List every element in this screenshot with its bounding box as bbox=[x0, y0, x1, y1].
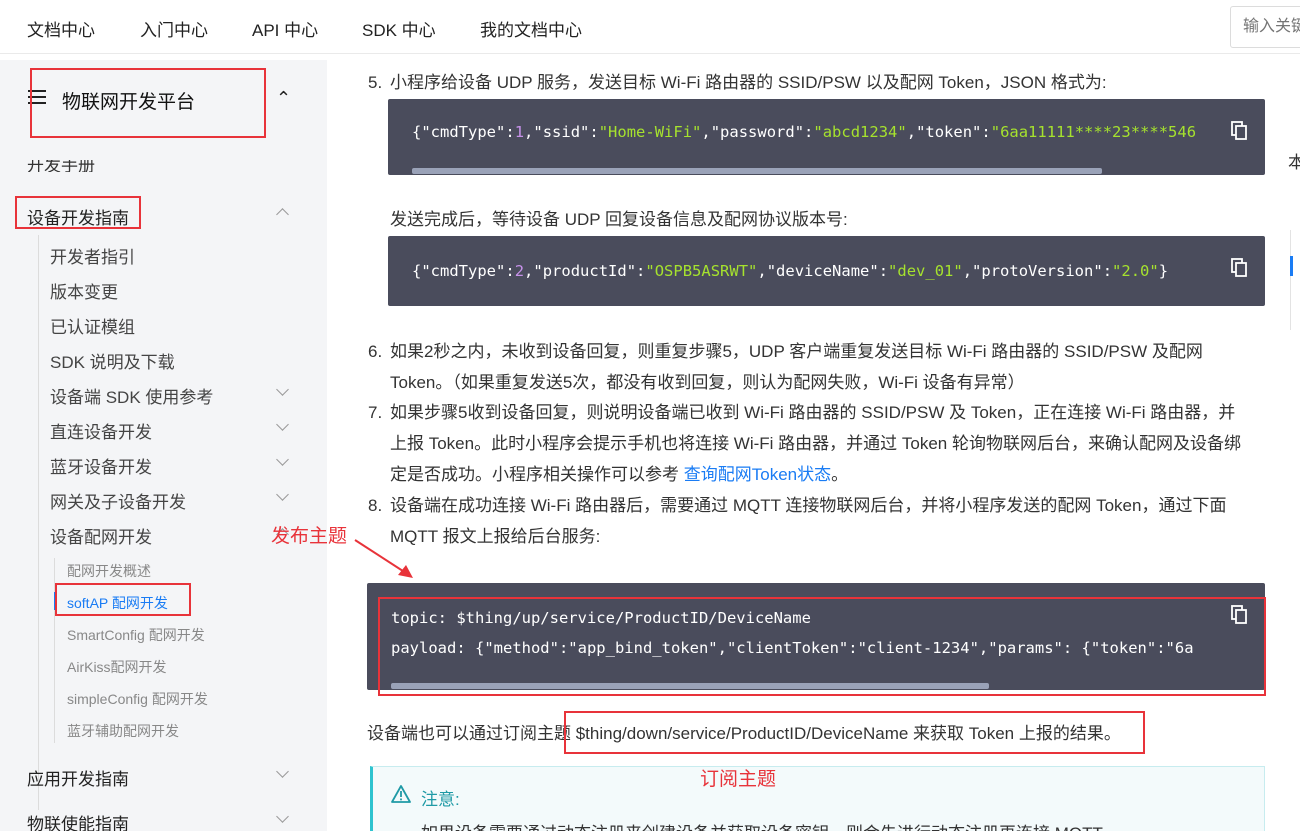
annotation-publish-label: 发布主题 bbox=[271, 526, 348, 547]
sidebar-item-gateway-device[interactable]: 网关及子设备开发 bbox=[50, 488, 186, 513]
annotation-arrow-icon bbox=[354, 539, 413, 578]
sidebar-item-enablement-guide[interactable]: 物联使能指南 bbox=[27, 810, 129, 831]
sidebar-item-certified-modules[interactable]: 已认证模组 bbox=[50, 313, 135, 338]
nav-sdk-center[interactable]: SDK 中心 bbox=[362, 16, 436, 41]
chevron-down-icon[interactable] bbox=[276, 418, 289, 431]
toc-active-indicator bbox=[1290, 256, 1293, 276]
step-7-text-cont: 定是否成功。小程序相关操作可以参考 查询配网Token状态。 bbox=[390, 465, 849, 484]
sidebar-item-app-guide[interactable]: 应用开发指南 bbox=[27, 765, 129, 790]
sidebar: 物联网开发平台 ⌃ 开发手册 设备开发指南 开发者指引 版本变更 已认证模组 S… bbox=[0, 60, 327, 831]
code-block-mqtt-publish: topic: $thing/up/service/ProductID/Devic… bbox=[367, 583, 1265, 690]
menu-icon[interactable] bbox=[28, 90, 46, 104]
sidebar-item-network-config[interactable]: 设备配网开发 bbox=[50, 523, 152, 548]
copy-icon[interactable] bbox=[1231, 258, 1247, 277]
step-5-text: 5. 小程序给设备 UDP 服务，发送目标 Wi-Fi 路由器的 SSID/PSW… bbox=[368, 73, 1107, 92]
nav-my-docs[interactable]: 我的文档中心 bbox=[480, 16, 582, 41]
annotation-subscribe-label: 订阅主题 bbox=[700, 769, 777, 790]
chevron-down-icon[interactable] bbox=[276, 383, 289, 396]
nav-api-center[interactable]: API 中心 bbox=[252, 16, 318, 41]
copy-icon[interactable] bbox=[1231, 121, 1247, 140]
sidebar-leaf-softap[interactable]: softAP 配网开发 bbox=[67, 593, 168, 613]
code-line: {"cmdType":1,"ssid":"Home-WiFi","passwor… bbox=[412, 123, 1197, 141]
sidebar-item-direct-device[interactable]: 直连设备开发 bbox=[50, 418, 152, 443]
note-box: 注意: 如果设备需要通过动态注册来创建设备并获取设备密钥，则会先进行动态注册再连… bbox=[370, 766, 1265, 831]
chevron-down-icon[interactable] bbox=[276, 488, 289, 501]
sidebar-item-version-changes[interactable]: 版本变更 bbox=[50, 278, 118, 303]
step-7-text-cont: 上报 Token。此时小程序会提示手机也将连接 Wi-Fi 路由器，并通过 To… bbox=[390, 434, 1241, 453]
sidebar-leaf-bluetooth-assist[interactable]: 蓝牙辅助配网开发 bbox=[67, 721, 179, 741]
warning-icon bbox=[391, 785, 411, 803]
tree-line bbox=[54, 558, 55, 743]
code-block-udp-reply: {"cmdType":2,"productId":"OSPB5ASRWT","d… bbox=[388, 236, 1265, 306]
step-7-text: 7. 如果步骤5收到设备回复，则说明设备端已收到 Wi-Fi 路由器的 SSID/… bbox=[368, 403, 1236, 422]
after-send-text: 发送完成后，等待设备 UDP 回复设备信息及配网协议版本号: bbox=[390, 210, 848, 229]
step-6-text-cont: Token。（如果重复发送5次，都没有收到回复，则认为配网失败，Wi-Fi 设备… bbox=[390, 373, 1025, 392]
sidebar-item-device-guide[interactable]: 设备开发指南 bbox=[27, 204, 129, 229]
chevron-down-icon[interactable] bbox=[276, 453, 289, 466]
sidebar-item-dev-manual[interactable]: 开发手册 bbox=[27, 160, 95, 172]
sidebar-item-developer-guide[interactable]: 开发者指引 bbox=[50, 243, 135, 268]
horizontal-scrollbar[interactable] bbox=[412, 168, 1102, 174]
step-6-text: 6. 如果2秒之内，未收到设备回复，则重复步骤5，UDP 客户端重复发送目标 Wi… bbox=[368, 342, 1203, 361]
step-8-text: 8. 设备端在成功连接 Wi-Fi 路由器后，需要通过 MQTT 连接物联网后台，… bbox=[368, 496, 1227, 515]
note-title: 注意: bbox=[421, 790, 460, 809]
top-navigation: 文档中心 入门中心 API 中心 SDK 中心 我的文档中心 bbox=[0, 0, 1300, 54]
active-indicator bbox=[54, 592, 57, 610]
subscribe-text: 设备端也可以通过订阅主题 $thing/down/service/Product… bbox=[367, 724, 1121, 743]
nav-getting-started[interactable]: 入门中心 bbox=[140, 16, 208, 41]
sidebar-item-bluetooth-device[interactable]: 蓝牙设备开发 bbox=[50, 453, 152, 478]
sidebar-item-device-sdk-ref[interactable]: 设备端 SDK 使用参考 bbox=[50, 383, 213, 408]
tree-line bbox=[38, 235, 39, 810]
sidebar-leaf-smartconfig[interactable]: SmartConfig 配网开发 bbox=[67, 625, 205, 645]
chevron-down-icon[interactable] bbox=[276, 765, 289, 778]
step-8-text-cont: MQTT 报文上报给后台服务: bbox=[390, 527, 601, 546]
collapse-up-icon[interactable]: ⌃ bbox=[276, 88, 291, 109]
sidebar-leaf-overview[interactable]: 配网开发概述 bbox=[67, 561, 151, 581]
chevron-up-icon[interactable] bbox=[276, 208, 289, 221]
sidebar-header: 物联网开发平台 ⌃ bbox=[0, 60, 327, 140]
toc-line bbox=[1290, 230, 1291, 330]
search-input[interactable] bbox=[1230, 6, 1300, 48]
sidebar-item-sdk-download[interactable]: SDK 说明及下载 bbox=[50, 348, 175, 373]
sidebar-leaf-airkiss[interactable]: AirKiss配网开发 bbox=[67, 657, 167, 677]
code-block-udp-request: {"cmdType":1,"ssid":"Home-WiFi","passwor… bbox=[388, 99, 1265, 175]
code-line-topic: topic: $thing/up/service/ProductID/Devic… bbox=[391, 609, 811, 627]
sidebar-leaf-simpleconfig[interactable]: simpleConfig 配网开发 bbox=[67, 689, 208, 709]
sidebar-title: 物联网开发平台 bbox=[62, 92, 196, 113]
horizontal-scrollbar[interactable] bbox=[391, 683, 989, 689]
code-line: {"cmdType":2,"productId":"OSPB5ASRWT","d… bbox=[412, 262, 1169, 280]
copy-icon[interactable] bbox=[1231, 605, 1247, 624]
right-toc-heading: 本 bbox=[1288, 153, 1300, 172]
link-query-token-status[interactable]: 查询配网Token状态 bbox=[684, 465, 831, 484]
note-body: 如果设备需要通过动态注册来创建设备并获取设备密钥，则会先进行动态注册再连接 MQ… bbox=[421, 819, 1120, 831]
code-line-payload: payload: {"method":"app_bind_token","cli… bbox=[391, 639, 1194, 657]
nav-doc-center[interactable]: 文档中心 bbox=[27, 16, 95, 41]
chevron-down-icon[interactable] bbox=[276, 810, 289, 823]
